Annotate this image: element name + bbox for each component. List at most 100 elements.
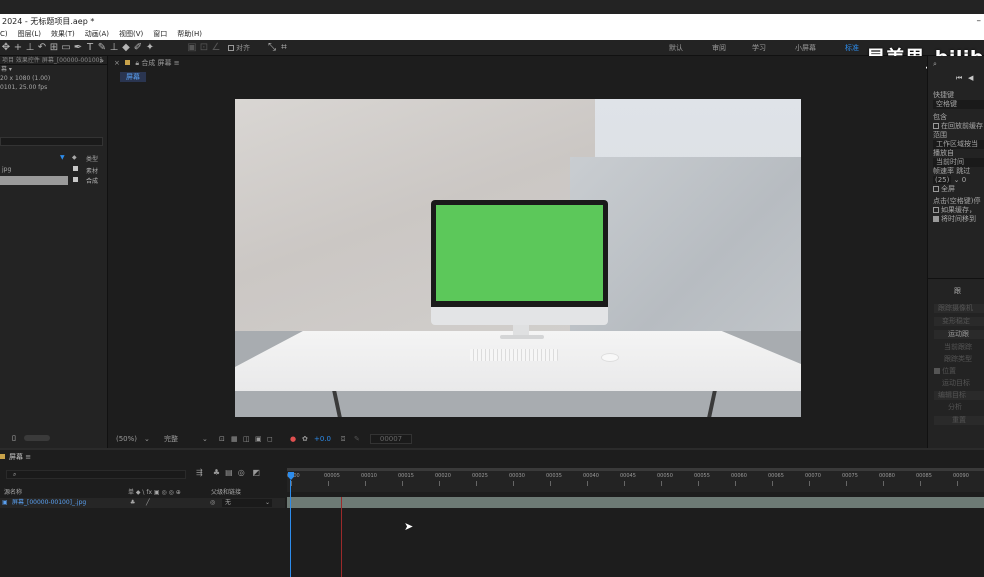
first-frame-icon[interactable]: ⏮ — [956, 74, 962, 83]
move-time-option[interactable]: 将时间移到 — [933, 215, 984, 224]
transparency-grid-icon[interactable]: ▦ — [231, 432, 238, 446]
reset-button[interactable]: 重置 — [934, 416, 984, 425]
menu-item-effect[interactable]: 效果(T) — [51, 29, 75, 40]
snapping-option-icon[interactable]: ⊡ — [198, 42, 210, 53]
shortcut-select[interactable]: 空格键 — [933, 100, 984, 109]
trash-icon[interactable]: ▯ — [12, 434, 16, 442]
position-option[interactable]: 位置 — [934, 367, 984, 376]
snapshot-icon[interactable]: ⌼ — [341, 432, 345, 446]
track-camera-button[interactable]: 跟踪摄像机 — [934, 304, 984, 313]
shy-switch-icon[interactable]: ♣ — [130, 498, 135, 508]
parent-header[interactable]: 父级和链接 — [211, 487, 241, 496]
quality-switch-icon[interactable]: ╱ — [146, 498, 150, 508]
exposure-value[interactable]: +0.0 — [314, 432, 331, 446]
tag-icon[interactable]: ◆ — [72, 154, 77, 161]
graph-editor-icon[interactable]: ◩ — [252, 468, 260, 477]
composition-flowchart-icon[interactable]: ⇶ — [196, 468, 203, 477]
hand-tool-icon[interactable]: ✥ — [0, 42, 12, 53]
color-management-icon[interactable]: ✿ — [302, 432, 308, 446]
lock-icon[interactable]: 🔒︎ — [135, 59, 139, 67]
workspace-learn[interactable]: 学习 — [752, 40, 766, 56]
project-row-comp-selected[interactable] — [0, 176, 68, 185]
track-motion-button[interactable]: 运动跟 — [934, 330, 984, 339]
panel-menu-icon[interactable]: » — [99, 56, 104, 65]
tab-menu-icon[interactable]: ≡ — [25, 453, 31, 461]
timeline-search-input[interactable]: ⌕ — [6, 470, 186, 479]
roto-brush-tool-icon[interactable]: ✐ — [132, 42, 144, 53]
tab-menu-icon[interactable]: ≡ — [174, 59, 180, 67]
project-search-input[interactable] — [0, 137, 103, 146]
composition-frame[interactable] — [235, 99, 801, 417]
motion-blur-icon[interactable]: ◎ — [238, 468, 245, 477]
skip-field[interactable]: 0 — [962, 176, 966, 184]
time-ruler[interactable]: 0000000050001000015000200002500030000350… — [287, 468, 984, 492]
camera-tool-icon[interactable]: ⊥ — [24, 42, 36, 53]
frame-rate-select[interactable]: (25) — [933, 176, 952, 184]
fullscreen-option[interactable]: 全屏 — [933, 185, 984, 194]
if-cached-option[interactable]: 如果缓存， — [933, 206, 984, 215]
region-of-interest-icon[interactable]: ⊡ — [219, 432, 225, 446]
comp-tab[interactable]: × 🔒︎ 合成 屏幕 ≡ — [114, 58, 180, 68]
minimize-icon[interactable]: – — [977, 14, 982, 29]
puppet-tool-icon[interactable]: ✦ — [144, 42, 156, 53]
zoom-select[interactable]: (50%) — [116, 432, 137, 446]
search-icon[interactable]: ⌕ — [933, 60, 937, 69]
workspace-review[interactable]: 审阅 — [712, 40, 726, 56]
timeline-tab[interactable]: 屏幕 ≡ — [0, 452, 31, 462]
pan-behind-tool-icon[interactable]: ⊞ — [48, 42, 60, 53]
pen-tool-icon[interactable]: ✒ — [72, 42, 84, 53]
brush-tool-icon[interactable]: ✎ — [96, 42, 108, 53]
rotate-tool-icon[interactable]: ↶ — [36, 42, 48, 53]
menu-item-help[interactable]: 帮助(H) — [177, 29, 202, 40]
menu-item-window[interactable]: 窗口 — [153, 29, 167, 40]
eraser-tool-icon[interactable]: ◆ — [120, 42, 132, 53]
source-name-header[interactable]: 源名称 — [4, 487, 22, 496]
workspace-standard[interactable]: 标准 — [845, 40, 859, 56]
project-row-footage[interactable]: jpg 素材 — [0, 165, 108, 175]
menu-item-animation[interactable]: 动画(A) — [85, 29, 109, 40]
chevron-down-icon[interactable]: ⌄ — [265, 498, 270, 508]
timecode-field[interactable]: 00007 — [370, 434, 412, 444]
menu-item-composition[interactable]: C) — [0, 29, 8, 40]
layer-row[interactable]: ▣ 屏幕_[00000-00100]_.jpg ♣ ╱ ◎ 无 ⌄ — [0, 498, 285, 508]
type-tool-icon[interactable]: T — [84, 42, 96, 53]
comp-breadcrumb[interactable]: 屏幕 — [120, 72, 146, 82]
resolution-select[interactable]: 完整 — [164, 432, 178, 446]
channel-icon[interactable]: ● — [290, 432, 296, 446]
close-icon[interactable]: × — [114, 59, 120, 67]
workspace-small-screen[interactable]: 小屏幕 — [795, 40, 816, 56]
prev-frame-icon[interactable]: ◀ — [968, 74, 973, 82]
if-cached-checkbox[interactable] — [933, 207, 939, 213]
cache-checkbox[interactable] — [933, 123, 939, 129]
frame-blending-icon[interactable]: ▤ — [225, 468, 233, 477]
align-checkbox[interactable] — [228, 44, 234, 51]
mask-visibility-icon[interactable]: ◫ — [243, 432, 250, 446]
rectangle-tool-icon[interactable]: ▭ — [60, 42, 72, 53]
play-from-select[interactable]: 当前时间 — [933, 158, 984, 167]
chevron-down-icon[interactable]: ⌄ — [202, 432, 208, 446]
menu-item-layer[interactable]: 图层(L) — [18, 29, 41, 40]
position-checkbox[interactable] — [934, 368, 940, 374]
guides-icon[interactable]: ▣ — [255, 432, 262, 446]
clone-stamp-tool-icon[interactable]: ⊥ — [108, 42, 120, 53]
project-item-name[interactable]: 幕 ▾ — [0, 65, 107, 74]
zoom-tool-icon[interactable]: + — [12, 42, 24, 53]
sort-arrow-icon[interactable]: ▼ — [60, 154, 65, 161]
view-options-icon[interactable]: ◻ — [267, 432, 273, 446]
layer-duration-bar[interactable] — [287, 497, 984, 508]
cache-option[interactable]: 在回放前缓存 — [933, 122, 984, 131]
fullscreen-checkbox[interactable] — [933, 186, 939, 192]
project-scrollbar[interactable] — [24, 435, 50, 441]
show-snapshot-icon[interactable]: ✎ — [354, 432, 360, 446]
snap-option-icon[interactable]: ∠ — [210, 42, 222, 53]
shy-layers-icon[interactable]: ♣ — [213, 468, 220, 477]
range-select[interactable]: 工作区域按当 — [933, 140, 984, 149]
chevron-down-icon[interactable]: ⌄ — [144, 432, 150, 446]
move-time-checkbox[interactable] — [933, 216, 939, 222]
distribute-icon[interactable]: ⌗ — [278, 42, 290, 53]
menu-item-view[interactable]: 视图(V) — [119, 29, 143, 40]
align-icon[interactable]: ⤡ — [266, 42, 278, 53]
work-area-bar[interactable] — [287, 468, 984, 471]
workspace-default[interactable]: 默认 — [669, 40, 683, 56]
label-color-swatch[interactable] — [73, 177, 78, 182]
